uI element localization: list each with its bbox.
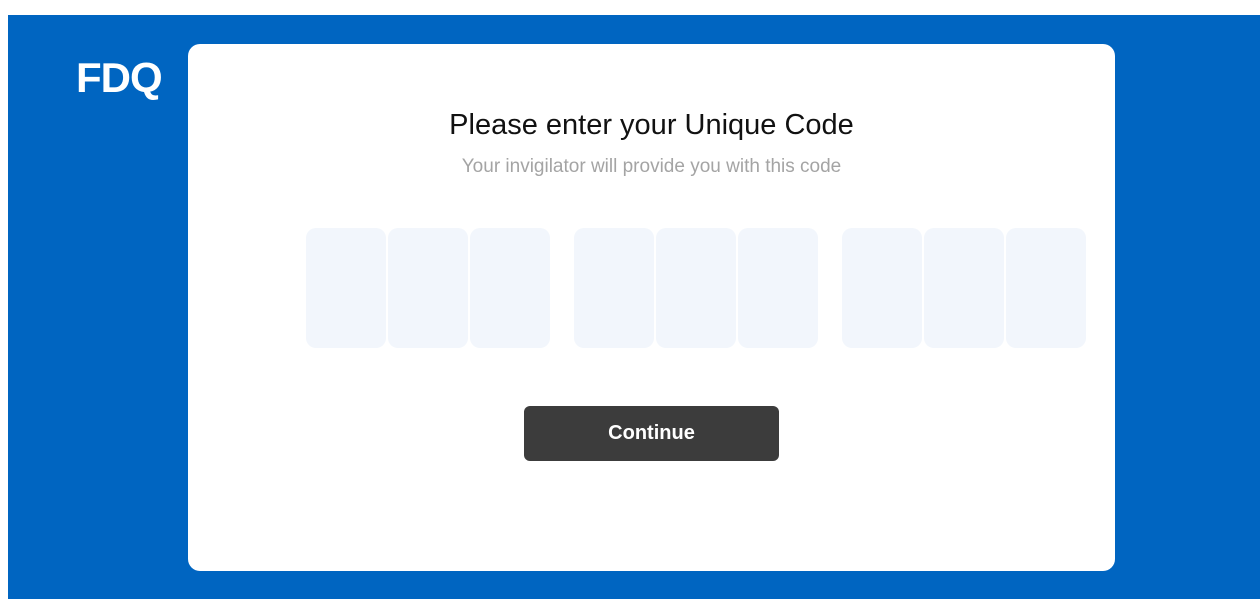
page: FDQ Please enter your Unique Code Your i… xyxy=(0,0,1260,599)
code-digit-7[interactable] xyxy=(842,228,922,348)
code-digit-5[interactable] xyxy=(656,228,736,348)
page-subtitle: Your invigilator will provide you with t… xyxy=(461,156,842,177)
unique-code-input xyxy=(306,228,1086,348)
code-digit-9[interactable] xyxy=(1006,228,1086,348)
code-group-3 xyxy=(842,228,1086,348)
code-group-2 xyxy=(574,228,818,348)
code-entry-card: Please enter your Unique Code Your invig… xyxy=(188,44,1115,571)
code-digit-2[interactable] xyxy=(388,228,468,348)
brand-logo: FDQ xyxy=(76,54,163,101)
page-title: Please enter your Unique Code xyxy=(449,109,854,141)
code-digit-3[interactable] xyxy=(470,228,550,348)
code-digit-6[interactable] xyxy=(738,228,818,348)
code-group-1 xyxy=(306,228,550,348)
code-digit-4[interactable] xyxy=(574,228,654,348)
continue-button[interactable]: Continue xyxy=(524,406,779,461)
code-digit-1[interactable] xyxy=(306,228,386,348)
code-digit-8[interactable] xyxy=(924,228,1004,348)
